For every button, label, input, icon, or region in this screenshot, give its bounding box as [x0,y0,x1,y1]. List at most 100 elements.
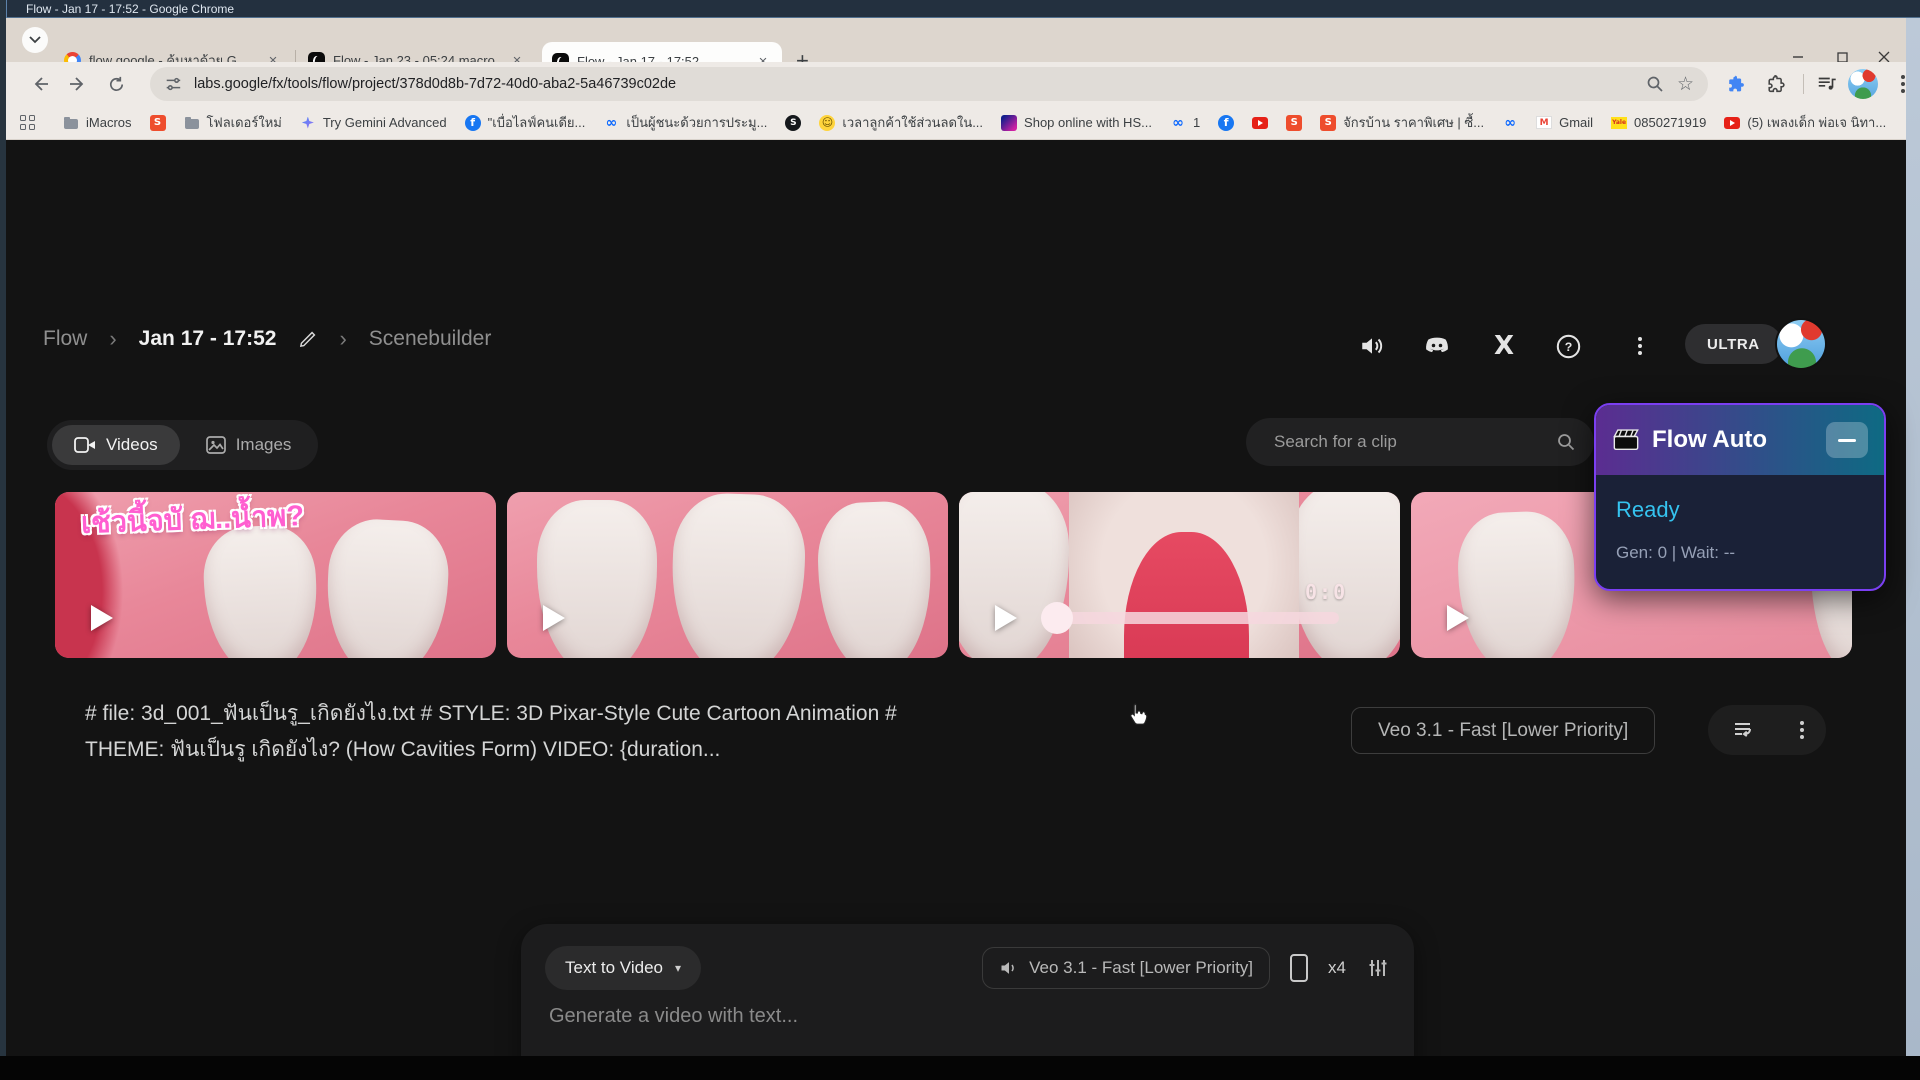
tab-videos[interactable]: Videos [52,425,180,465]
extensions-button[interactable] [1764,71,1790,97]
play-icon[interactable] [91,605,113,631]
plan-badge: ULTRA [1685,324,1782,364]
screen: Flow - Jan 17 - 17:52 - Google Chrome fl… [0,0,1920,1080]
edit-pencil-icon[interactable] [298,330,317,349]
bookmark-label: Gmail [1559,115,1593,130]
forward-button[interactable] [66,72,90,96]
speaker-icon [999,958,1019,978]
flow-auto-minimize-button[interactable] [1826,422,1868,458]
zoom-icon[interactable] [1645,74,1665,94]
breadcrumb-root[interactable]: Flow [43,327,87,351]
prompt-input[interactable] [547,1004,1251,1029]
bookmark-item[interactable]: 0850271919 [1611,115,1706,130]
gemini-icon [300,115,316,131]
bookmark-item[interactable]: "เบื่อไลฟ์คนเดีย... [465,112,586,133]
flow-auto-stats: Gen: 0 | Wait: -- [1616,543,1884,563]
bookmark-item[interactable]: Shop online with HS... [1001,115,1152,131]
bookmark-label: (5) เพลงเด็ก พ่อเจ นิทา... [1747,112,1886,133]
back-button[interactable] [28,72,52,96]
aspect-ratio-icon[interactable] [1290,954,1308,982]
clip-model-chip: Veo 3.1 - Fast [Lower Priority] [1351,707,1655,754]
clip-timestamp: 0:0 [1305,580,1347,604]
discord-button[interactable] [1419,328,1455,364]
shopee-icon [1286,115,1302,131]
settings-sliders-icon[interactable] [1366,956,1390,980]
tooth-shape [816,500,934,658]
bookmark-label: จักรบ้าน ราคาพิเศษ | ซื้... [1343,112,1484,133]
breadcrumb-project-name[interactable]: Jan 17 - 17:52 [139,327,277,351]
mode-selector[interactable]: Text to Video ▾ [545,946,701,990]
x-social-button[interactable]: X [1486,328,1522,364]
bookmark-item[interactable]: iMacros [63,115,132,131]
reload-button[interactable] [104,72,128,96]
video-thumbnail-2[interactable] [507,492,948,658]
tab-images[interactable]: Images [184,425,314,465]
profile-avatar[interactable] [1848,69,1878,99]
video-camera-icon [74,436,96,454]
shopee-icon [1320,115,1336,131]
window-right-border [1906,18,1920,1056]
bookmark-item[interactable] [1286,115,1302,131]
bookmark-item[interactable] [1502,115,1518,131]
mouse-cursor [1124,700,1152,730]
video-progress-bar[interactable] [1055,612,1339,624]
gmail-icon [1536,116,1552,129]
imacros-extension-button[interactable] [1814,71,1840,97]
video-thumbnail-1[interactable]: เช้วนี้จบั ฌ..น้ำพ? [55,492,496,658]
tab-search-button[interactable] [22,27,48,53]
sample-count[interactable]: x4 [1328,958,1346,978]
bookmark-item[interactable]: Try Gemini Advanced [300,115,447,131]
clip-search[interactable] [1246,418,1594,466]
play-icon[interactable] [995,605,1017,631]
tooth-shape [537,500,657,658]
tooth-shape [201,523,321,658]
clip-menu-button[interactable] [1800,721,1804,739]
bookmark-label: Try Gemini Advanced [323,115,447,130]
bookmark-list: iMacros โฟลเดอร์ใหม่ Try Gemini Advanced [63,112,1886,133]
bookmark-item[interactable]: 1 [1170,115,1200,131]
video-scrubber-handle[interactable] [1041,602,1073,634]
chevron-right-icon: › [109,326,116,352]
apps-grid-icon[interactable] [20,115,35,131]
bookmark-item[interactable] [1252,117,1268,129]
bookmark-item[interactable]: Gmail [1536,115,1593,130]
bottom-black-bar [0,1056,1920,1080]
address-bar[interactable]: labs.google/fx/tools/flow/project/378d0d… [150,67,1708,101]
tooth-shape [323,517,451,658]
bookmark-item[interactable]: (5) เพลงเด็ก พ่อเจ นิทา... [1724,112,1886,133]
play-icon[interactable] [1447,605,1469,631]
lazada-icon [1001,115,1017,131]
x-logo-icon: X [1494,331,1514,361]
bookmark-item[interactable]: จักรบ้าน ราคาพิเศษ | ซื้... [1320,112,1484,133]
folder-icon [63,115,79,131]
bookmark-item[interactable]: เป็นผู้ชนะด้วยการประมู... [603,112,767,133]
bookmark-item[interactable] [1218,115,1234,131]
help-button[interactable]: ? [1550,328,1586,364]
account-avatar[interactable] [1777,320,1825,368]
video-thumbnail-3[interactable]: 0:0 [959,492,1400,658]
pinned-extension-icon[interactable] [1724,71,1750,97]
bookmark-item[interactable]: เวลาลูกค้าใช้ส่วนลดใน... [819,112,983,133]
clip-title-overlay: เช้วนี้จบั ฌ..น้ำพ? [80,492,304,546]
window-titlebar: Flow - Jan 17 - 17:52 - Google Chrome [0,0,1920,18]
maximize-icon [1837,52,1848,63]
play-icon[interactable] [543,605,565,631]
bookmark-item[interactable] [785,115,801,131]
meta-icon [1502,115,1518,131]
flow-auto-header[interactable]: Flow Auto [1596,405,1884,475]
prompt-field[interactable] [547,1004,1247,1029]
bookmark-item[interactable] [150,115,166,131]
prompt-lines-icon[interactable] [1731,718,1755,742]
flow-auto-title: Flow Auto [1652,426,1814,454]
bookmark-item[interactable]: โฟลเดอร์ใหม่ [184,112,282,133]
clip-search-input[interactable] [1272,431,1556,453]
header-menu-button[interactable] [1622,328,1658,364]
site-info-icon [164,75,182,93]
help-icon: ? [1555,333,1582,360]
bookmark-star-icon[interactable]: ☆ [1677,73,1694,96]
flow-auto-panel: Flow Auto Ready Gen: 0 | Wait: -- [1594,403,1886,591]
audio-toggle-button[interactable] [1354,328,1390,364]
clip-actions [1708,705,1826,755]
clip-caption[interactable]: # file: 3d_001_ฟันเป็นรู_เกิดยังไง.txt #… [85,696,935,768]
model-selector[interactable]: Veo 3.1 - Fast [Lower Priority] [982,947,1270,989]
